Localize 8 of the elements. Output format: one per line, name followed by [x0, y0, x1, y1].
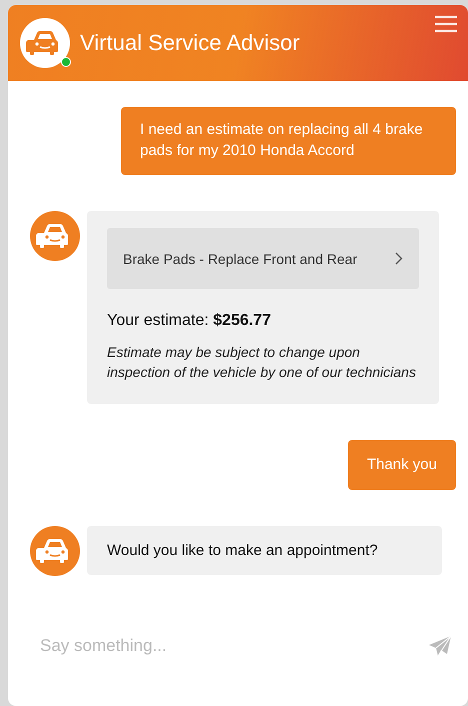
- bot-message: Would you like to make an appointment?: [87, 526, 442, 575]
- user-message: I need an estimate on replacing all 4 brake pads for my 2010 Honda Accord: [121, 107, 456, 175]
- message-input[interactable]: Say something...: [38, 635, 342, 657]
- estimate-text: Your estimate: $256.77: [107, 312, 272, 330]
- service-button[interactable]: Brake Pads - Replace Front and Rear: [107, 228, 419, 289]
- disclaimer-text: Estimate may be subject to change upon inspection of the vehicle by one of our technicians: [107, 343, 417, 382]
- window-title: Virtual Service Advisor: [80, 30, 300, 56]
- user-message: Thank you: [348, 440, 456, 490]
